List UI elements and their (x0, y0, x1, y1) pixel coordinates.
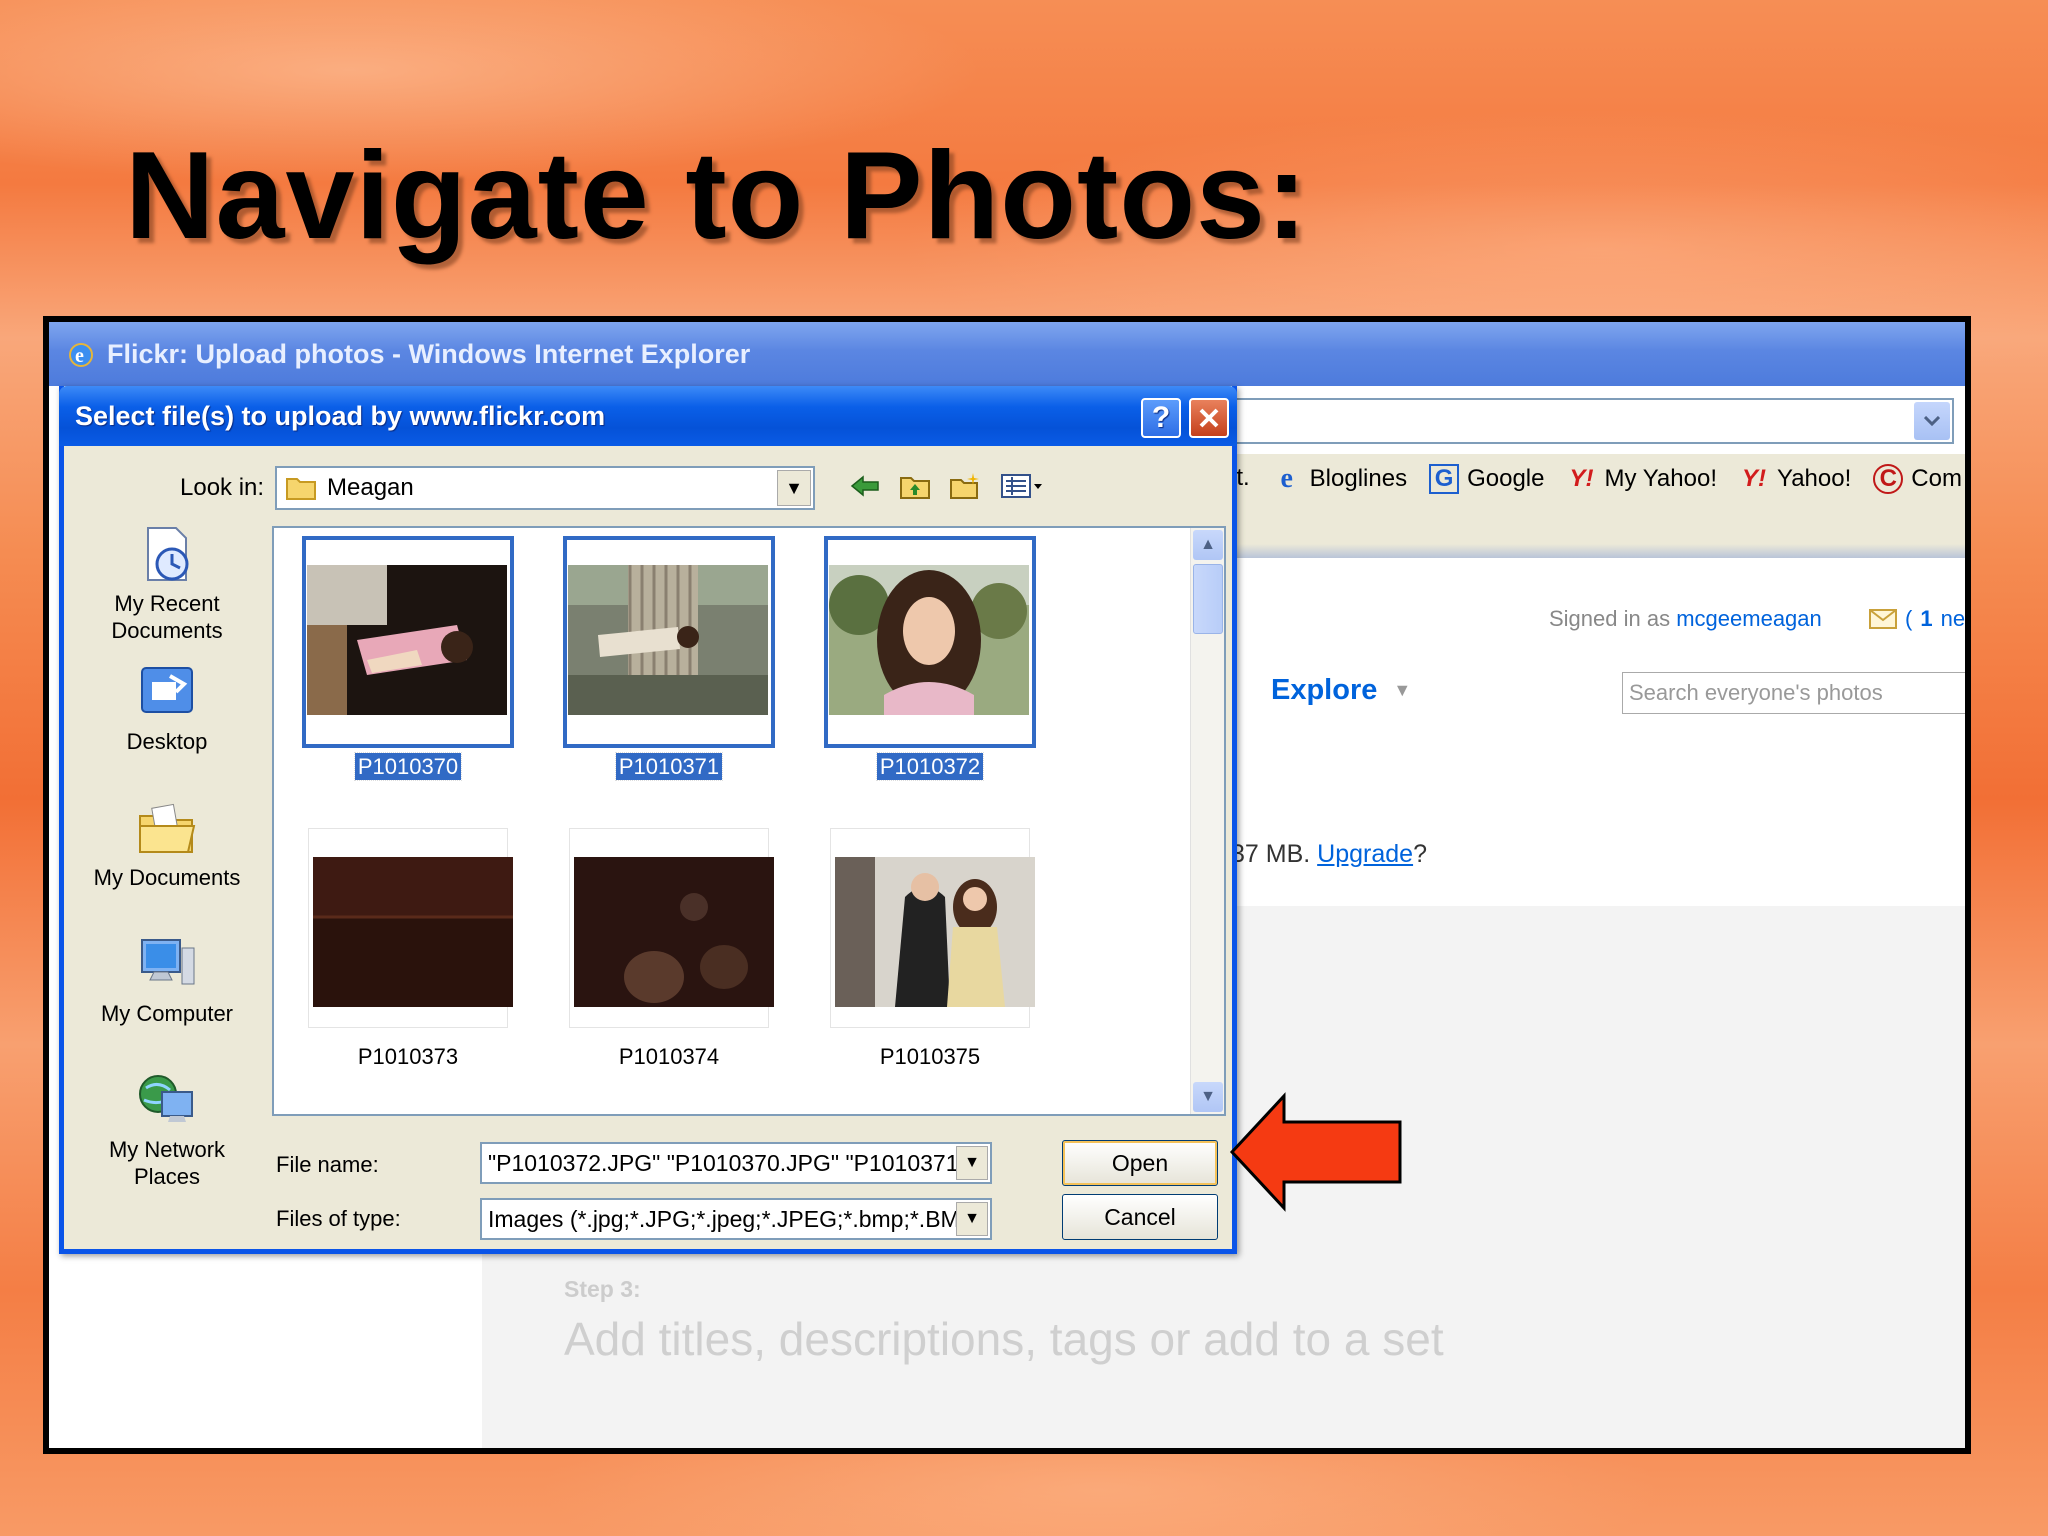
explore-menu[interactable]: Explore ▼ (1271, 674, 1411, 707)
yahoo-icon: Y! (1569, 465, 1594, 492)
c-icon: C (1873, 464, 1904, 494)
cancel-button[interactable]: Cancel (1062, 1194, 1218, 1240)
step3-label: Step 3: (564, 1276, 641, 1302)
file-thumbnail[interactable] (302, 536, 514, 748)
ie-title-bar: e Flickr: Upload photos - Windows Intern… (49, 322, 1965, 386)
address-dropdown-button[interactable] (1914, 402, 1950, 440)
svg-text:e: e (75, 345, 84, 367)
photo-thumbnail (307, 565, 507, 715)
file-name-field-label: File name: (276, 1152, 379, 1177)
link-google[interactable]: G Google (1429, 464, 1544, 494)
scroll-thumb[interactable] (1193, 564, 1223, 634)
file-list[interactable]: P1010370 P1010371 P1010372 P1010373 P101… (272, 526, 1226, 1116)
google-icon: G (1429, 464, 1460, 494)
place-label: My Network Places (108, 1137, 226, 1189)
place-my-computer[interactable]: My Computer (72, 934, 262, 1027)
place-label: My Recent Documents (111, 591, 223, 643)
photo-thumbnail (835, 857, 1035, 1007)
place-my-recent-documents[interactable]: My Recent Documents (72, 524, 262, 644)
file-thumbnail[interactable] (569, 828, 774, 1028)
desktop-icon (136, 662, 198, 724)
up-folder-icon[interactable] (899, 470, 931, 502)
close-icon (1199, 408, 1219, 428)
screenshot-frame: e Flickr: Upload photos - Windows Intern… (43, 316, 1971, 1454)
file-name-label[interactable]: P1010374 (563, 1044, 775, 1070)
dialog-title: Select file(s) to upload by www.flickr.c… (75, 400, 606, 431)
file-thumbnail[interactable] (563, 536, 775, 748)
slide-title: Navigate to Photos: (125, 127, 1309, 265)
recent-documents-icon (136, 524, 198, 586)
yahoo-icon: Y! (1741, 465, 1766, 492)
look-in-label: Look in: (180, 474, 265, 501)
link-yahoo[interactable]: Y! Yahoo! (1739, 464, 1851, 494)
photo-thumbnail (574, 857, 774, 1007)
view-menu-icon[interactable] (999, 470, 1045, 502)
photo-thumbnail (313, 857, 513, 1007)
place-desktop[interactable]: Desktop (72, 662, 262, 755)
address-bar[interactable] (1229, 398, 1954, 444)
mail-notice[interactable]: (1new) (1869, 606, 1965, 632)
file-thumbnail[interactable] (308, 828, 513, 1028)
dialog-toolbar (849, 470, 1045, 502)
place-label: Desktop (126, 729, 208, 754)
open-button[interactable]: Open (1062, 1140, 1218, 1186)
link-com[interactable]: C Com (1873, 464, 1962, 494)
new-folder-icon[interactable] (949, 470, 981, 502)
search-input[interactable]: Search everyone's photos (1622, 672, 1965, 714)
file-thumbnail[interactable] (830, 828, 1035, 1028)
screenshot-content: e Flickr: Upload photos - Windows Intern… (49, 322, 1965, 1448)
look-in-dropdown-button[interactable]: ▼ (777, 470, 811, 506)
envelope-icon (1869, 609, 1897, 629)
file-upload-dialog: Select file(s) to upload by www.flickr.c… (59, 386, 1237, 1254)
network-places-icon (136, 1070, 198, 1132)
my-computer-icon (136, 934, 198, 996)
toolbar-separator (1229, 544, 1965, 558)
username-link[interactable]: mcgeemeagan (1676, 606, 1822, 631)
links-toolbar: it. e Bloglines G Google Y! My Yahoo! Y!… (1229, 454, 1965, 544)
close-button[interactable] (1189, 398, 1229, 438)
file-thumbnail[interactable] (824, 536, 1036, 748)
step3-text: Add titles, descriptions, tags or add to… (564, 1313, 1444, 1365)
ie-page-icon: e (1280, 463, 1293, 494)
photo-thumbnail (568, 565, 768, 715)
file-type-dropdown-button[interactable]: ▼ (956, 1202, 988, 1236)
file-name-input[interactable]: "P1010372.JPG" "P1010370.JPG" "P1010371 … (480, 1142, 992, 1184)
scroll-up-button[interactable]: ▲ (1193, 530, 1223, 560)
photo-thumbnail (829, 565, 1029, 715)
chevron-down-icon (1924, 416, 1940, 426)
link-bloglines[interactable]: e Bloglines (1272, 463, 1407, 494)
file-name-label[interactable]: P1010373 (302, 1044, 514, 1070)
file-list-scrollbar[interactable]: ▲ ▼ (1190, 528, 1224, 1114)
file-name-label[interactable]: P1010371 (563, 752, 775, 781)
signed-in-status: Signed in as mcgeemeagan (1549, 606, 1822, 631)
file-name-label[interactable]: P1010375 (824, 1044, 1036, 1070)
upload-quota: 37 MB. Upgrade? (1231, 840, 1427, 868)
file-name-label[interactable]: P1010372 (824, 752, 1036, 781)
place-label: My Documents (93, 865, 241, 890)
file-type-field-label: Files of type: (276, 1206, 401, 1231)
file-type-select[interactable]: Images (*.jpg;*.JPG;*.jpeg;*.JPEG;*.bmp;… (480, 1198, 992, 1240)
help-button[interactable]: ? (1141, 398, 1181, 438)
upgrade-link[interactable]: Upgrade (1317, 840, 1413, 868)
file-name-label[interactable]: P1010370 (302, 752, 514, 781)
file-name-dropdown-button[interactable]: ▼ (956, 1146, 988, 1180)
red-arrow-icon (1229, 1092, 1402, 1212)
ie-window-title: Flickr: Upload photos - Windows Internet… (107, 338, 751, 369)
link-my-yahoo[interactable]: Y! My Yahoo! (1566, 464, 1717, 494)
ie-logo-icon: e (69, 343, 93, 367)
look-in-select[interactable]: Meagan ▼ (275, 466, 815, 510)
place-label: My Computer (100, 1001, 234, 1026)
caret-down-icon: ▼ (1393, 680, 1412, 700)
my-documents-icon (136, 798, 198, 860)
folder-icon (286, 478, 316, 500)
scroll-down-button[interactable]: ▼ (1193, 1082, 1223, 1112)
place-my-network-places[interactable]: My Network Places (72, 1070, 262, 1190)
place-my-documents[interactable]: My Documents (72, 798, 262, 891)
back-arrow-icon[interactable] (849, 470, 881, 502)
dialog-title-bar: Select file(s) to upload by www.flickr.c… (59, 386, 1237, 446)
